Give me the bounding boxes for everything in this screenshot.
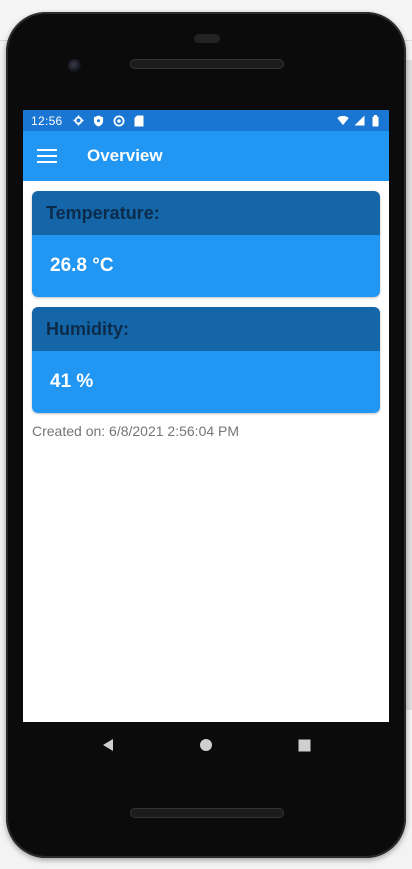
battery-icon xyxy=(369,114,381,127)
temperature-value: 26.8 °C xyxy=(32,235,380,297)
sd-card-icon xyxy=(133,115,145,127)
hamburger-menu-icon[interactable] xyxy=(37,149,57,163)
device-screen: 12:56 Overview Temperature: 26.8 °C Humi… xyxy=(23,110,389,722)
humidity-value: 41 % xyxy=(32,351,380,413)
app-bar: Overview xyxy=(23,131,389,181)
recents-icon[interactable] xyxy=(294,735,314,755)
ide-scrollbar xyxy=(406,60,412,710)
navigation-bar xyxy=(6,722,406,768)
humidity-label: Humidity: xyxy=(32,307,380,351)
status-icons-right xyxy=(337,114,381,127)
sync-icon xyxy=(113,115,125,127)
status-time: 12:56 xyxy=(31,113,63,128)
status-icons-left xyxy=(73,115,145,127)
temperature-label: Temperature: xyxy=(32,191,380,235)
created-timestamp: Created on: 6/8/2021 2:56:04 PM xyxy=(32,423,240,439)
front-camera-icon xyxy=(68,59,82,73)
shield-icon xyxy=(93,115,105,127)
phone-frame: 12:56 Overview Temperature: 26.8 °C Humi… xyxy=(6,12,406,858)
wifi-icon xyxy=(337,115,349,127)
humidity-card: Humidity: 41 % xyxy=(32,307,380,413)
earpiece xyxy=(194,34,220,43)
top-speaker xyxy=(130,59,284,69)
bottom-speaker xyxy=(130,808,284,818)
back-icon[interactable] xyxy=(98,735,118,755)
page-title: Overview xyxy=(87,146,163,165)
signal-icon xyxy=(353,115,365,127)
gear-icon xyxy=(73,115,85,127)
status-bar: 12:56 xyxy=(23,110,389,131)
temperature-card: Temperature: 26.8 °C xyxy=(32,191,380,297)
main-content: Temperature: 26.8 °C Humidity: 41 % Crea… xyxy=(23,181,389,439)
home-icon[interactable] xyxy=(196,735,216,755)
